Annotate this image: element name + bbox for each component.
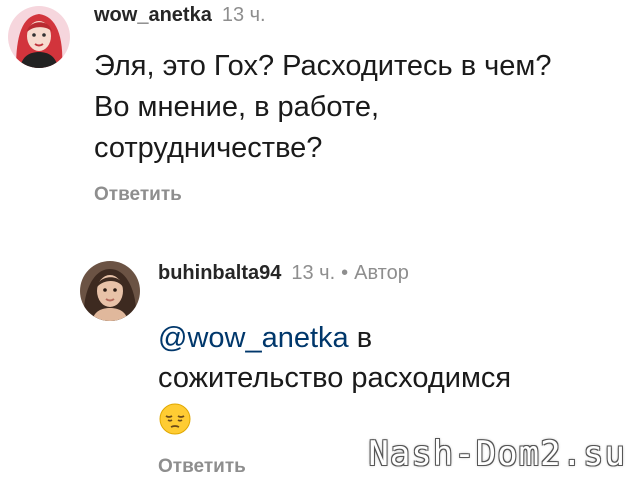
avatar-red-hair-icon[interactable]	[8, 6, 70, 68]
comment-text: Эля, это Гох? Расходитесь в чем? Во мнен…	[94, 46, 634, 169]
timestamp: 13 ч.	[291, 262, 336, 284]
comment-text-line: сотрудничестве?	[94, 132, 323, 164]
comment-header: buhinbalta94 13 ч. • Автор	[158, 262, 409, 285]
timestamp: 13 ч.	[221, 4, 266, 26]
reply-button[interactable]: Ответить	[158, 456, 246, 478]
mention-link[interactable]: @wow_anetka	[158, 322, 349, 354]
pensive-face-emoji	[158, 402, 192, 436]
comment-text-line: @wow_anetka в	[158, 318, 618, 358]
comment-header: wow_anetka 13 ч.	[94, 4, 266, 27]
comment-text-line	[158, 398, 618, 438]
username[interactable]: wow_anetka	[94, 4, 212, 26]
author-badge: Автор	[354, 262, 409, 284]
comment-text-line: сожительство расходимся	[158, 362, 512, 394]
separator-dot: •	[341, 262, 349, 284]
reply-button[interactable]: Ответить	[94, 184, 182, 206]
comment-text-line: Эля, это Гох? Расходитесь в чем?	[94, 50, 552, 82]
comment-text: @wow_anetka в сожительство расходимся	[158, 318, 618, 438]
avatar-woman-icon[interactable]	[80, 261, 140, 321]
watermark: Nash-Dom2.su	[368, 434, 626, 474]
comment-text-fragment: в	[348, 322, 373, 354]
comment-text-line: Во мнение, в работе,	[94, 91, 380, 123]
username[interactable]: buhinbalta94	[158, 262, 281, 284]
